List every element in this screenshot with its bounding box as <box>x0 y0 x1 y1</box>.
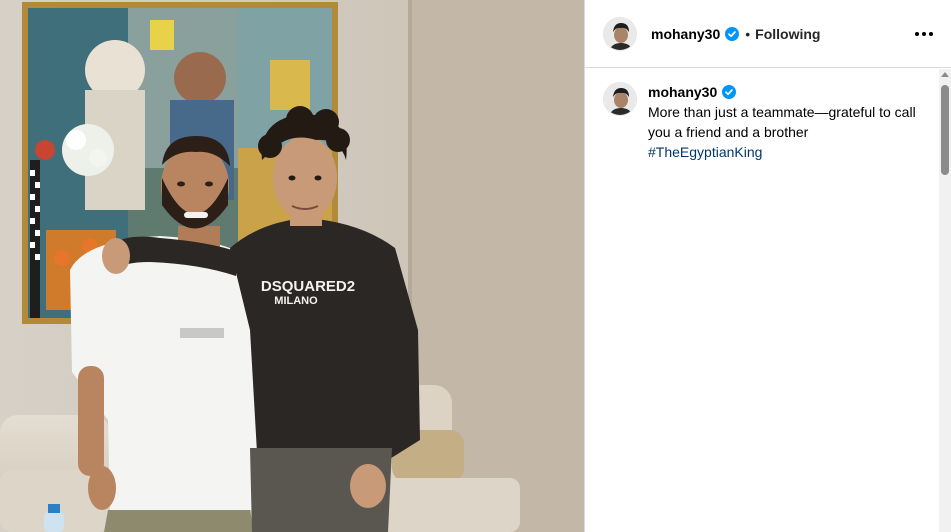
author-avatar[interactable] <box>603 16 637 51</box>
caption-username[interactable]: mohany30 <box>648 84 717 100</box>
comments-scrollbar[interactable] <box>939 69 951 532</box>
scroll-up-arrow-icon[interactable] <box>941 72 949 77</box>
avatar-image <box>604 17 636 50</box>
post-image: DSQUARED2 MILANO <box>0 0 584 532</box>
verified-badge-icon <box>725 26 740 41</box>
instagram-post: DSQUARED2 MILANO mohany30 • Following mo… <box>0 0 951 532</box>
following-button[interactable]: Following <box>755 26 820 42</box>
author-username[interactable]: mohany30 <box>651 26 720 42</box>
caption-body: mohany30 More than just a teammate—grate… <box>648 82 921 162</box>
more-dot <box>929 31 933 36</box>
more-dot <box>922 31 926 36</box>
avatar-image <box>604 83 636 115</box>
scroll-thumb[interactable] <box>941 85 949 175</box>
shirt-text-line1: DSQUARED2 <box>261 278 355 295</box>
post-caption: mohany30 More than just a teammate—grate… <box>603 82 921 162</box>
more-options-icon[interactable] <box>913 26 935 42</box>
post-header: mohany30 • Following <box>585 0 951 68</box>
header-separator: • <box>745 25 751 42</box>
post-photo[interactable]: DSQUARED2 MILANO <box>0 0 584 532</box>
caption-text: More than just a teammate—grateful to ca… <box>648 104 916 140</box>
hashtag-link[interactable]: #TheEgyptianKing <box>648 142 921 162</box>
comments-area: mohany30 More than just a teammate—grate… <box>585 69 951 532</box>
verified-badge-icon <box>722 85 737 99</box>
more-dot <box>915 31 919 36</box>
shirt-text-line2: MILANO <box>274 295 318 307</box>
post-side-panel: mohany30 • Following mohany30 More than … <box>584 0 951 532</box>
caption-avatar[interactable] <box>603 82 637 116</box>
